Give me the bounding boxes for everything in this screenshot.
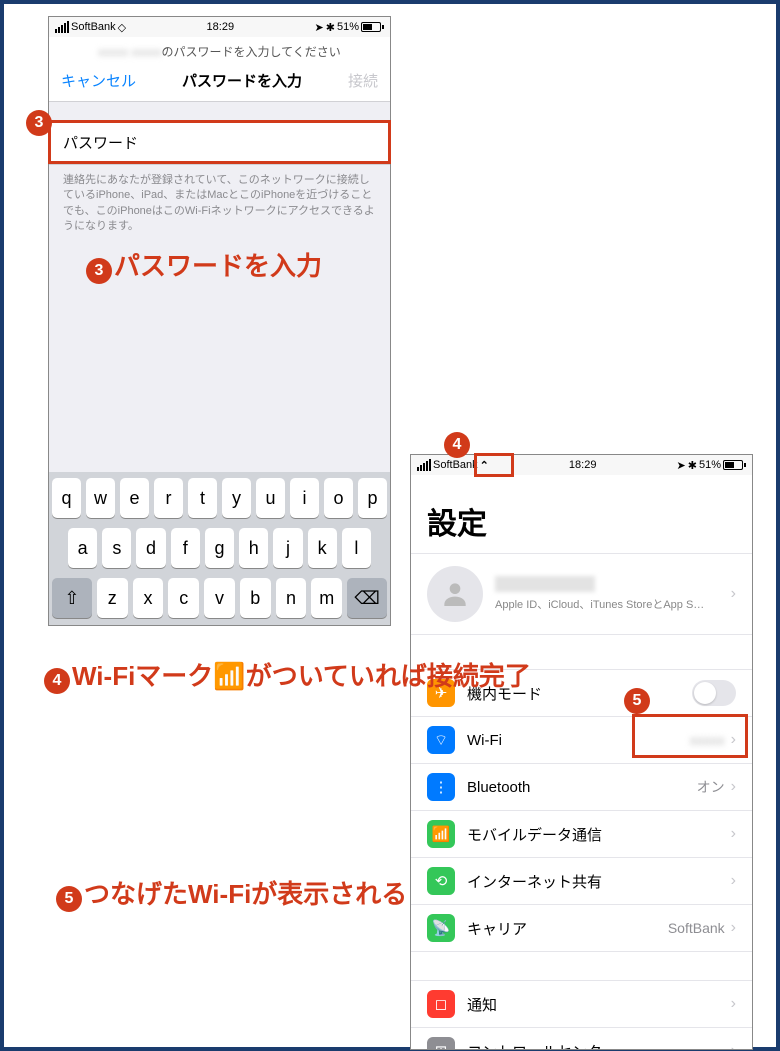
keyboard: q w e r t y u i o p a s d f g h j k l ⇧ … xyxy=(49,472,390,626)
shift-key[interactable]: ⇧ xyxy=(52,578,92,618)
chevron-right-icon: › xyxy=(731,919,736,937)
cancel-button[interactable]: キャンセル xyxy=(61,70,136,91)
settings-group-system: ◻ 通知 › ⊞ コントロールセンター › xyxy=(411,980,752,1050)
key-i[interactable]: i xyxy=(290,478,319,518)
avatar-icon xyxy=(427,566,483,622)
keyboard-row-3: ⇧ z x c v b n m ⌫ xyxy=(52,578,387,618)
keyboard-row-2: a s d f g h j k l xyxy=(52,528,387,568)
status-bar: SoftBank ◇ 18:29 ➤ ✱ 51% xyxy=(49,17,390,37)
key-l[interactable]: l xyxy=(342,528,371,568)
nav-bar: キャンセル パスワードを入力 接続 xyxy=(49,62,390,102)
battery-pct: 51% xyxy=(337,21,359,33)
row-cellular[interactable]: 📶 モバイルデータ通信 › xyxy=(411,811,752,858)
status-bar: SoftBank ⌃ 18:29 ➤ ✱ 51% xyxy=(411,455,752,475)
callout-badge-5: 5 xyxy=(624,688,650,714)
key-u[interactable]: u xyxy=(256,478,285,518)
chevron-right-icon: › xyxy=(731,995,736,1013)
key-j[interactable]: j xyxy=(273,528,302,568)
carrier-icon: 📡 xyxy=(427,914,455,942)
apple-id-subtitle: Apple ID、iCloud、iTunes StoreとApp S… xyxy=(495,596,731,612)
key-e[interactable]: e xyxy=(120,478,149,518)
bluetooth-value: オン xyxy=(697,777,725,797)
highlight-box-3 xyxy=(48,120,391,164)
highlight-box-4 xyxy=(474,453,514,477)
wifi-icon: ⌔ xyxy=(427,726,455,754)
key-r[interactable]: r xyxy=(154,478,183,518)
signal-icon xyxy=(55,21,69,33)
airplane-toggle[interactable] xyxy=(692,680,736,706)
key-s[interactable]: s xyxy=(102,528,131,568)
carrier-label: SoftBank xyxy=(433,459,478,471)
clock: 18:29 xyxy=(569,459,597,471)
page-title: 設定 xyxy=(411,475,752,553)
key-w[interactable]: w xyxy=(86,478,115,518)
row-bluetooth[interactable]: ⋮ Bluetooth オン › xyxy=(411,764,752,811)
carrier-value: SoftBank xyxy=(668,920,725,936)
clock: 18:29 xyxy=(207,21,235,33)
settings-group-connectivity: ✈ 機内モード ⌔ Wi-Fi xxxxx › ⋮ Bluetooth オン ›… xyxy=(411,669,752,952)
row-control-center[interactable]: ⊞ コントロールセンター › xyxy=(411,1028,752,1050)
key-x[interactable]: x xyxy=(133,578,164,618)
key-h[interactable]: h xyxy=(239,528,268,568)
bluetooth-status-icon: ✱ xyxy=(326,21,335,34)
key-t[interactable]: t xyxy=(188,478,217,518)
battery-pct: 51% xyxy=(699,459,721,471)
battery-icon xyxy=(361,22,384,32)
apple-id-row[interactable]: Apple ID、iCloud、iTunes StoreとApp S… › xyxy=(411,553,752,635)
key-v[interactable]: v xyxy=(204,578,235,618)
key-y[interactable]: y xyxy=(222,478,251,518)
cellular-icon: 📶 xyxy=(427,820,455,848)
row-hotspot[interactable]: ⟲ インターネット共有 › xyxy=(411,858,752,905)
backspace-key[interactable]: ⌫ xyxy=(347,578,387,618)
row-carrier[interactable]: 📡 キャリア SoftBank › xyxy=(411,905,752,951)
battery-icon xyxy=(723,460,746,470)
key-d[interactable]: d xyxy=(136,528,165,568)
phone-password-dialog: SoftBank ◇ 18:29 ➤ ✱ 51% xxxxx xxxxxのパスワ… xyxy=(48,16,391,626)
hotspot-icon: ⟲ xyxy=(427,867,455,895)
location-icon: ➤ xyxy=(315,21,324,34)
chevron-right-icon: › xyxy=(731,1042,736,1050)
highlight-box-5 xyxy=(632,714,748,758)
location-icon: ➤ xyxy=(677,459,686,472)
wifi-glyph-icon: 📶 xyxy=(213,661,245,691)
key-c[interactable]: c xyxy=(168,578,199,618)
key-p[interactable]: p xyxy=(358,478,387,518)
key-a[interactable]: a xyxy=(68,528,97,568)
apple-id-name-blurred xyxy=(495,576,595,592)
callout-badge-4: 4 xyxy=(444,432,470,458)
key-n[interactable]: n xyxy=(276,578,307,618)
chevron-right-icon: › xyxy=(731,778,736,796)
key-z[interactable]: z xyxy=(97,578,128,618)
key-q[interactable]: q xyxy=(52,478,81,518)
chevron-right-icon: › xyxy=(731,585,736,603)
key-b[interactable]: b xyxy=(240,578,271,618)
bluetooth-status-icon: ✱ xyxy=(688,459,697,472)
signal-icon xyxy=(417,459,431,471)
nav-title: パスワードを入力 xyxy=(182,70,302,91)
key-f[interactable]: f xyxy=(171,528,200,568)
dialog-subtitle: xxxxx xxxxxのパスワードを入力してください xyxy=(49,37,390,62)
key-m[interactable]: m xyxy=(311,578,342,618)
key-g[interactable]: g xyxy=(205,528,234,568)
carrier-label: SoftBank xyxy=(71,21,116,33)
connect-button[interactable]: 接続 xyxy=(348,70,378,91)
row-notifications[interactable]: ◻ 通知 › xyxy=(411,981,752,1028)
bluetooth-icon: ⋮ xyxy=(427,773,455,801)
callout-text-4: 4Wi-Fiマーク📶がついていれば接続完了 xyxy=(44,656,531,694)
key-o[interactable]: o xyxy=(324,478,353,518)
password-hint: 連絡先にあなたが登録されていて、このネットワークに接続しているiPhone、iP… xyxy=(49,165,390,243)
keyboard-row-1: q w e r t y u i o p xyxy=(52,478,387,518)
callout-text-3: 3パスワードを入力 xyxy=(86,246,322,284)
chevron-right-icon: › xyxy=(731,825,736,843)
callout-text-5: 5つなげたWi-Fiが表示される xyxy=(56,874,407,912)
wifi-status-icon: ◇ xyxy=(118,21,126,34)
control-center-icon: ⊞ xyxy=(427,1037,455,1050)
notifications-icon: ◻ xyxy=(427,990,455,1018)
key-k[interactable]: k xyxy=(308,528,337,568)
chevron-right-icon: › xyxy=(731,872,736,890)
